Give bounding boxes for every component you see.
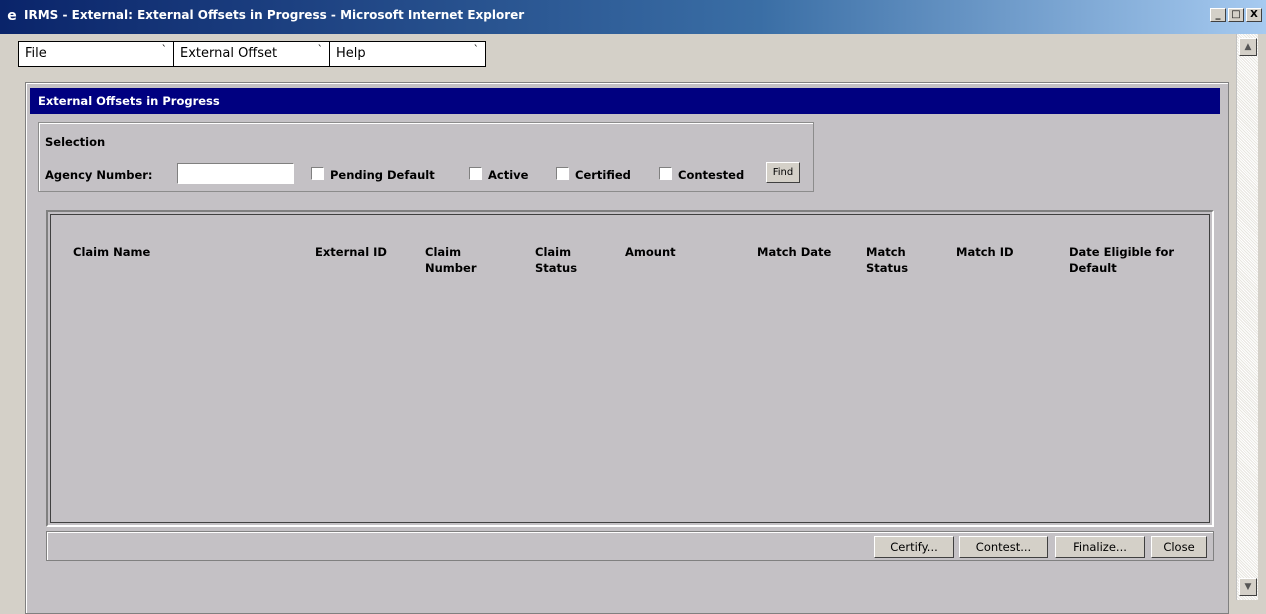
close-button[interactable]: Close <box>1151 536 1207 558</box>
window-title: IRMS - External: External Offsets in Pro… <box>24 8 525 22</box>
close-window-button[interactable]: X <box>1246 8 1262 22</box>
menu-external-offset-label: External Offset <box>180 46 278 61</box>
maximize-button[interactable]: □ <box>1228 8 1244 22</box>
certified-label: Certified <box>575 168 631 182</box>
column-header-match-status: Match Status <box>866 245 909 275</box>
column-header-claim-number: Claim Number <box>425 245 477 275</box>
find-button[interactable]: Find <box>766 162 800 183</box>
column-header-date-eligible-for-default: Date Eligible for Default <box>1069 245 1175 275</box>
agency-number-label: Agency Number: <box>45 168 153 182</box>
results-table: Claim Name External ID Claim Number Clai… <box>46 210 1214 527</box>
certify-button[interactable]: Certify... <box>874 536 954 558</box>
external-offsets-panel: External Offsets in Progress Selection A… <box>25 82 1229 614</box>
finalize-button[interactable]: Finalize... <box>1055 536 1145 558</box>
certified-checkbox[interactable] <box>556 167 569 180</box>
agency-number-input[interactable] <box>177 163 294 184</box>
column-header-amount: Amount <box>625 245 676 259</box>
selection-heading: Selection <box>45 135 106 149</box>
browser-content: File ` External Offset ` Help ` External… <box>8 34 1234 614</box>
contested-label: Contested <box>678 168 745 182</box>
column-header-match-id: Match ID <box>956 245 1014 259</box>
menu-help-label: Help <box>336 46 366 61</box>
window-titlebar: e IRMS - External: External Offsets in P… <box>0 0 1266 34</box>
pending-default-label: Pending Default <box>330 168 435 182</box>
internet-explorer-icon: e <box>7 8 17 24</box>
column-header-match-date: Match Date <box>757 245 832 259</box>
menu-external-offset[interactable]: External Offset ` <box>174 42 330 66</box>
pending-default-checkbox[interactable] <box>311 167 324 180</box>
active-label: Active <box>488 168 529 182</box>
menu-external-offset-tick: ` <box>317 43 324 56</box>
menu-bar: File ` External Offset ` Help ` <box>18 41 486 67</box>
window-controls: _ □ X <box>1210 8 1262 22</box>
menu-help-tick: ` <box>473 43 480 56</box>
column-header-claim-name: Claim Name <box>73 245 151 259</box>
column-header-claim-status: Claim Status <box>535 245 578 275</box>
selection-group: Selection Agency Number: Pending Default… <box>38 122 814 192</box>
menu-help[interactable]: Help ` <box>330 42 485 66</box>
active-checkbox[interactable] <box>469 167 482 180</box>
action-bar: Certify... Contest... Finalize... Close <box>46 531 1214 561</box>
contest-button[interactable]: Contest... <box>959 536 1048 558</box>
scroll-up-icon[interactable]: ▲ <box>1239 38 1257 56</box>
results-table-body: Claim Name External ID Claim Number Clai… <box>50 214 1210 523</box>
menu-file[interactable]: File ` <box>19 42 174 66</box>
scroll-down-icon[interactable]: ▼ <box>1239 578 1257 596</box>
vertical-scrollbar[interactable]: ▲ ▼ <box>1236 34 1258 600</box>
minimize-button[interactable]: _ <box>1210 8 1226 22</box>
menu-file-tick: ` <box>161 43 168 56</box>
menu-file-label: File <box>25 46 47 61</box>
contested-checkbox[interactable] <box>659 167 672 180</box>
column-header-external-id: External ID <box>315 245 387 259</box>
panel-title: External Offsets in Progress <box>30 88 1220 114</box>
